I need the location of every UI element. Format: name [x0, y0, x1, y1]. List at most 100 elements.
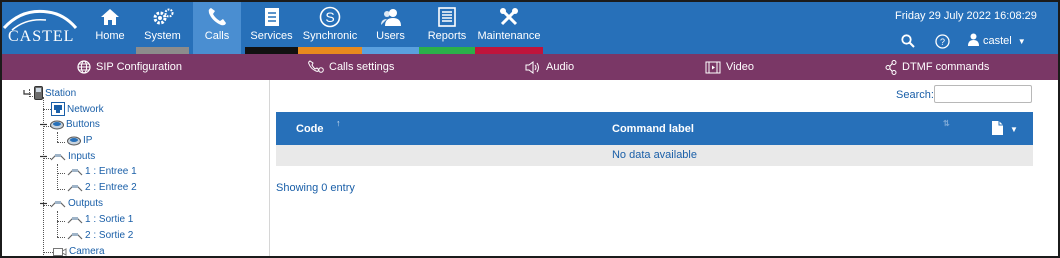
collapse-toggle-icon[interactable] — [39, 152, 48, 161]
tree-node-network[interactable]: Network — [51, 102, 104, 116]
tree-label-outputs: Outputs — [68, 198, 104, 209]
subnav-label-audio: Audio — [546, 61, 575, 73]
subnav-dtmf-commands[interactable]: DTMF commands — [885, 54, 989, 80]
user-menu[interactable]: castel ▼ — [968, 33, 1026, 49]
nav-stripe-synchronic — [298, 47, 362, 54]
tree-label-buttons: Buttons — [66, 119, 100, 130]
nav-item-maintenance[interactable]: Maintenance — [475, 2, 543, 54]
nav-label-synchronic: Synchronic — [302, 30, 358, 42]
tree-connector — [57, 189, 65, 190]
tree-label-output-1: 1 : Sortie 1 — [85, 214, 134, 225]
help-icon[interactable]: ? — [934, 33, 950, 49]
output-icon — [50, 200, 66, 208]
output-icon — [67, 216, 83, 224]
nav-stripe-services — [245, 47, 298, 54]
tree-label-input-1: 1 : Entree 1 — [85, 166, 137, 177]
tree-connector — [43, 252, 53, 253]
tree-label-station: Station — [45, 87, 77, 99]
nav-item-services[interactable]: Services — [245, 2, 298, 54]
subnav-label-sip: SIP Configuration — [96, 61, 183, 73]
tree-label-inputs: Inputs — [68, 151, 96, 162]
tree-label-ip: IP — [83, 135, 93, 146]
nav-label-maintenance: Maintenance — [477, 30, 541, 42]
tree-connector — [57, 221, 65, 222]
tree-node-buttons[interactable]: Buttons — [39, 119, 100, 130]
output-icon — [67, 232, 83, 240]
nav-label-home: Home — [95, 30, 125, 42]
input-icon — [67, 168, 83, 176]
nav-stripe-maintenance — [475, 47, 543, 54]
tree-node-input-1[interactable]: 1 : Entree 1 — [67, 166, 137, 177]
collapse-toggle-icon[interactable] — [39, 120, 48, 129]
nav-label-users: Users — [376, 30, 405, 42]
chevron-down-icon: ▼ — [1010, 125, 1018, 134]
datetime-display: Friday 29 July 2022 16:08:29 — [895, 10, 1037, 22]
share-icon — [885, 59, 897, 75]
subnav-label-video: Video — [726, 61, 754, 73]
subnav-audio[interactable]: Audio — [525, 54, 574, 80]
tree-node-camera[interactable]: Camera — [53, 246, 105, 256]
user-icon — [968, 33, 979, 49]
subnav-sip-configuration[interactable]: SIP Configuration — [77, 54, 182, 80]
new-document-icon — [991, 120, 1004, 139]
castel-logo[interactable]: CASTEL — [2, 2, 84, 54]
tree-connector — [57, 237, 65, 238]
search-icon[interactable] — [900, 33, 916, 49]
sort-icon[interactable]: ⇅ — [943, 119, 950, 128]
tree-connector — [43, 109, 51, 110]
tree-node-station[interactable]: Station — [23, 86, 76, 100]
sort-asc-icon[interactable]: ↑ — [336, 118, 341, 128]
tools-icon — [475, 6, 543, 28]
ip-button-icon — [67, 136, 81, 146]
nav-item-system[interactable]: System — [136, 2, 189, 54]
network-icon — [51, 102, 65, 116]
tree-node-input-2[interactable]: 2 : Entree 2 — [67, 182, 137, 193]
camera-icon — [53, 247, 67, 257]
nav-item-reports[interactable]: Reports — [419, 2, 475, 54]
button-device-icon — [50, 120, 64, 130]
search-input[interactable] — [934, 85, 1032, 103]
nav-stripe-system — [136, 47, 189, 54]
subnav-video[interactable]: Video — [705, 54, 754, 80]
input-icon — [67, 184, 83, 192]
tree-node-ip[interactable]: IP — [67, 135, 92, 146]
column-header-command-label[interactable]: Command label — [612, 123, 694, 135]
nav-label-services: Services — [250, 30, 293, 42]
tree-node-outputs[interactable]: Outputs — [39, 198, 103, 209]
column-header-code[interactable]: Code — [296, 123, 324, 135]
expand-toggle-icon[interactable] — [23, 89, 32, 98]
tree-node-inputs[interactable]: Inputs — [39, 151, 95, 162]
nav-item-users[interactable]: Users — [362, 2, 419, 54]
nav-stripe-reports — [419, 47, 475, 54]
nav-item-synchronic[interactable]: S Synchronic — [298, 2, 362, 54]
table-empty-row: No data available — [276, 145, 1033, 166]
film-icon — [705, 61, 721, 74]
username: castel — [983, 35, 1012, 47]
tree-connector — [57, 173, 65, 174]
tree-node-output-2[interactable]: 2 : Sortie 2 — [67, 230, 133, 241]
nav-item-calls[interactable]: Calls — [193, 2, 241, 54]
tree-connector — [57, 132, 58, 142]
svg-text:S: S — [325, 9, 334, 25]
table-header: Code ↑ Command label ⇅ ▼ — [276, 112, 1033, 145]
station-device-icon — [34, 86, 43, 100]
collapse-toggle-icon[interactable] — [39, 199, 48, 208]
table-info: Showing 0 entry — [276, 182, 355, 194]
nav-stripe-users — [362, 47, 419, 54]
new-document-button[interactable]: ▼ — [991, 120, 1018, 139]
device-tree: Station Network Buttons IP Inputs 1 : En… — [2, 80, 270, 256]
gears-icon — [136, 6, 189, 28]
input-icon — [50, 153, 66, 161]
tree-node-output-1[interactable]: 1 : Sortie 1 — [67, 214, 133, 225]
tree-label-output-2: 2 : Sortie 2 — [85, 230, 134, 241]
svg-text:?: ? — [939, 37, 944, 47]
subnav-calls-settings[interactable]: Calls settings — [308, 54, 394, 80]
nav-item-home[interactable]: Home — [84, 2, 136, 54]
nav-label-system: System — [144, 30, 181, 42]
nav-label-reports: Reports — [427, 30, 467, 42]
app-frame: CASTEL Home System Calls Services S Sync… — [0, 0, 1060, 258]
home-icon — [84, 6, 136, 28]
s-circle-icon: S — [298, 6, 362, 28]
dtmf-main-panel: Search: Code ↑ Command label ⇅ ▼ No data… — [271, 80, 1058, 256]
tree-connector — [57, 142, 65, 143]
